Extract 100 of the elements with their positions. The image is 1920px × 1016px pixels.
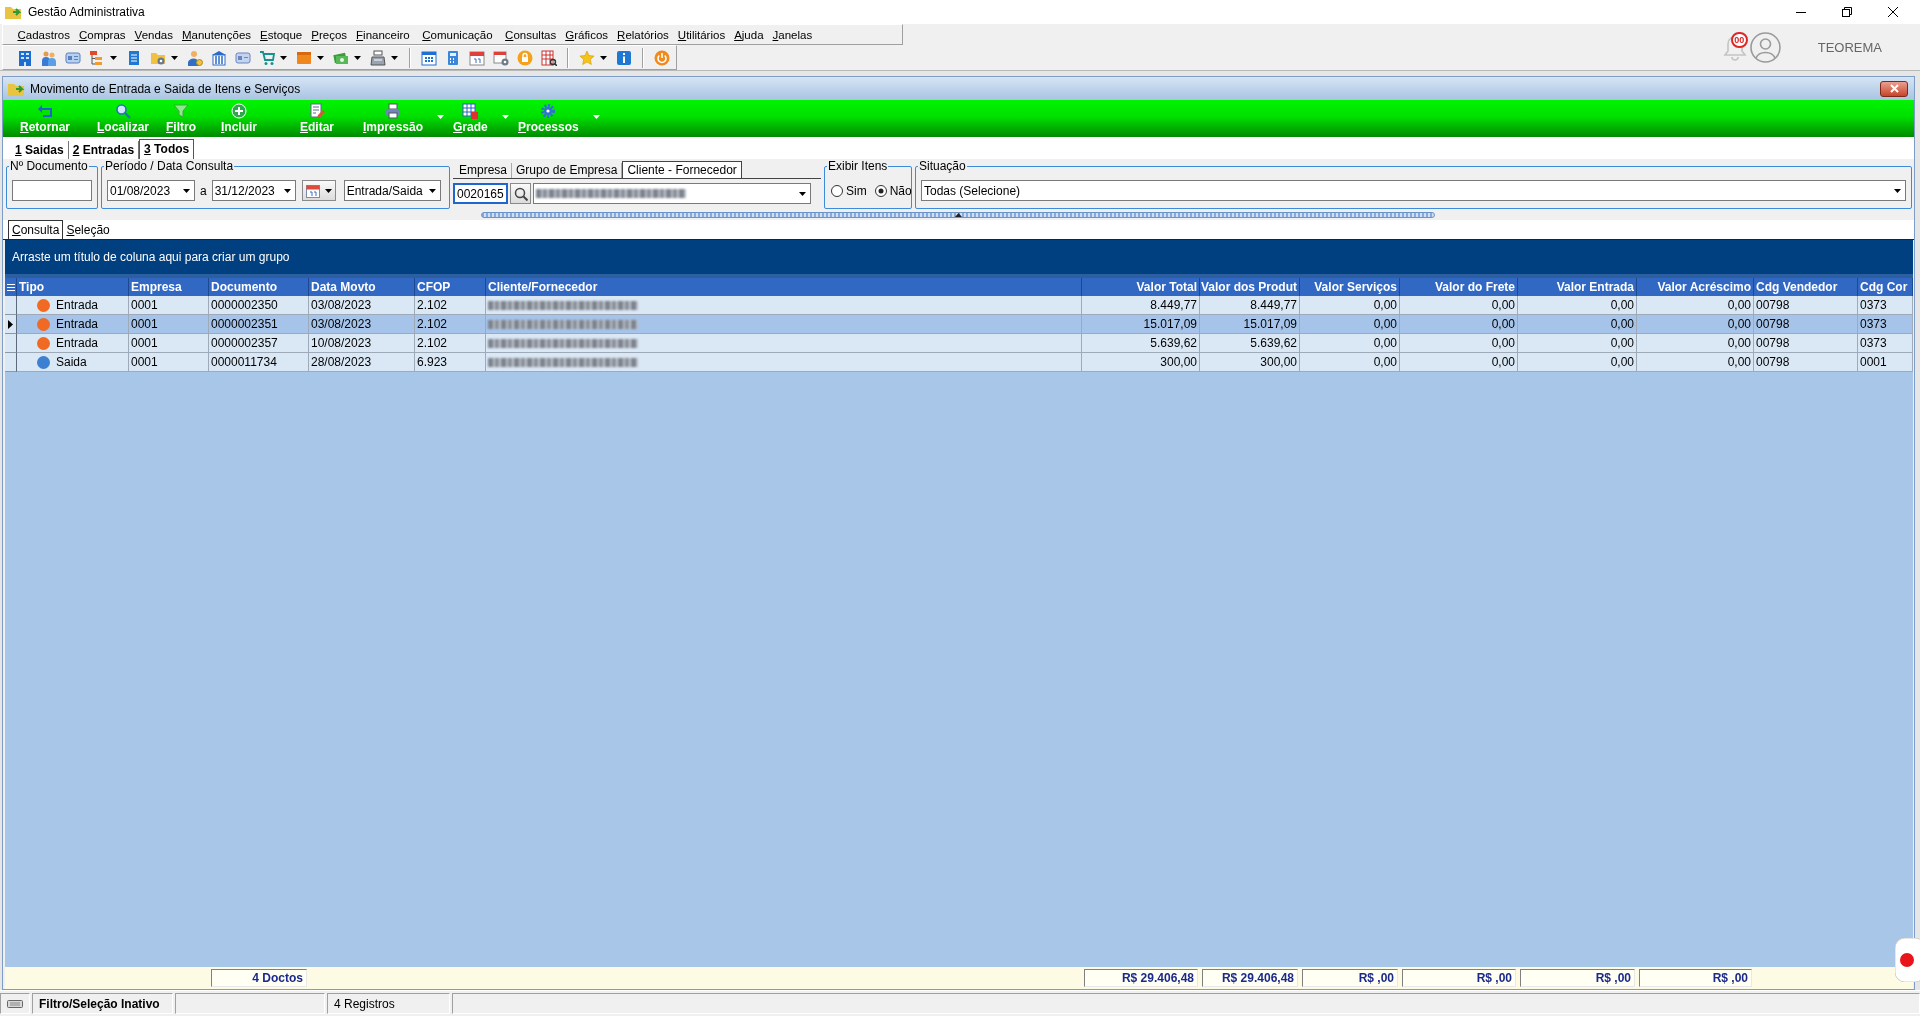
dropdown-caret-icon[interactable] [1894,188,1901,193]
cash-register-icon[interactable] [370,49,386,66]
id-card-icon[interactable] [65,49,81,66]
table-search-icon[interactable] [541,49,557,66]
tab[interactable]: Cliente - Fornecedor [622,161,742,178]
cart-icon[interactable] [259,49,275,66]
dropdown-caret-icon[interactable] [354,55,361,60]
table-cell: 00798 [1754,353,1858,372]
notification-badge: 00 [1730,32,1748,48]
dropdown-caret-icon[interactable] [600,55,607,60]
group-hint: Arraste um título de coluna aqui para criar um grupo [12,250,290,264]
table-cell: 0,00 [1300,353,1400,372]
group-label: Período / Data Consulta [104,159,235,173]
table-row[interactable]: Entrada 0001 0000002357 10/08/2023 2.102 5.639,62 5.639,62 0,00 0,00 0,00 0,00 00798 0373 [5,334,1913,353]
id-card-icon[interactable] [235,49,251,66]
menu-item[interactable]: Gráficos [560,28,613,41]
menu-item[interactable]: Compras [74,28,131,41]
splitter-handle[interactable] [481,212,1435,218]
calendar-grid-icon[interactable] [421,49,437,66]
table-cell: 300,00 [1200,353,1300,372]
building-icon[interactable] [17,49,33,66]
date-to-combo[interactable]: 31/12/2023 [211,180,296,201]
menu-item[interactable]: Financeiro [351,28,418,41]
window-title: Gestão Administrativa [28,5,145,19]
table-row[interactable]: Entrada 0001 0000002351 03/08/2023 2.102 15.017,09 15.017,09 0,00 0,00 0,00 0,00 00798 0373 [5,315,1913,334]
info-icon[interactable] [616,49,632,66]
dropdown-caret-icon[interactable] [280,55,287,60]
table-cell: 0,00 [1637,353,1754,372]
dropdown-caret-icon[interactable] [317,55,324,60]
box-icon[interactable] [296,49,312,66]
menu-item[interactable]: Comunicação [417,28,501,41]
user-name: TEOREMA [1817,39,1882,55]
list-icon[interactable] [5,282,16,292]
radio-button[interactable]: Sim [831,183,867,198]
dropdown-caret-icon[interactable] [391,55,398,60]
gear-icon [540,103,557,119]
close-icon[interactable] [1888,7,1898,17]
document-icon[interactable] [126,49,142,66]
menu-item[interactable]: Vendas [130,28,178,41]
child-window-title: Movimento de Entrada e Saida de Itens e Serviços [30,81,301,96]
table-row[interactable]: Saida 0001 0000011734 28/08/2023 6.923 300,00 300,00 0,00 0,00 0,00 0,00 00798 0001 [5,353,1913,372]
search-icon [115,103,131,119]
menu-item[interactable]: Consultas [500,28,561,41]
type-label: Entrada [56,298,99,312]
total-cell: R$ ,00 [1302,969,1398,987]
plus-circle-icon [231,103,247,119]
calendar-icon[interactable] [469,49,485,66]
tab[interactable]: Empresa [455,163,513,178]
menu-item[interactable]: Estoque [255,28,307,41]
table-row[interactable]: Entrada 0001 0000002350 03/08/2023 2.102 8.449,77 8.449,77 0,00 0,00 0,00 0,00 00798 0373 [5,296,1913,315]
person-coin-icon[interactable] [187,49,203,66]
dropdown-caret-icon[interactable] [428,188,436,193]
table-cell: 6.923 [415,353,486,372]
table-icon [462,103,479,119]
movement-combo[interactable]: Entrada/Saida [343,180,441,201]
total-cell: 4 Doctos [211,969,307,987]
tab[interactable]: Consulta [8,220,64,239]
group-label: Nº Documento [9,159,89,173]
org-chart-icon[interactable] [89,49,105,66]
dropdown-caret-icon[interactable] [183,188,190,193]
menu-item[interactable]: Cadastros [13,28,75,41]
power-icon[interactable] [654,49,670,66]
total-cell: R$ ,00 [1402,969,1516,987]
tab[interactable]: 3 Todos [139,139,195,159]
keyboard-icon [7,999,23,1008]
bank-icon[interactable] [211,49,227,66]
row-pointer-icon [8,319,13,329]
menu-item[interactable]: Ajuda [729,28,769,41]
user-avatar-icon[interactable] [1749,31,1781,63]
calculator-icon[interactable] [445,49,461,66]
dropdown-caret-icon[interactable] [110,55,117,60]
tab[interactable]: Seleção [63,222,113,239]
star-icon[interactable] [579,49,595,66]
total-cell: R$ ,00 [1520,969,1635,987]
dropdown-caret-icon[interactable] [283,188,291,193]
dropdown-caret-icon[interactable] [799,191,806,196]
document-field[interactable] [12,180,92,201]
search-button[interactable] [510,183,531,204]
dropdown-caret-icon[interactable] [171,55,178,60]
close-button[interactable] [1880,80,1908,97]
table-cell: 0001 [1858,353,1913,372]
calendar-gear-icon[interactable] [493,49,509,66]
date-from-combo[interactable]: 01/08/2023 [107,180,195,201]
record-count: 4 Registros [327,993,450,1014]
radio-button[interactable]: Não [874,183,912,198]
situation-combo[interactable]: Todas (Selecione) [921,180,1906,201]
code-field[interactable]: 0020165 [453,183,508,204]
funnel-icon [173,103,189,119]
menu-item[interactable]: Preços [306,28,352,41]
menu-item[interactable]: Relatórios [612,28,674,41]
dropdown-caret-icon[interactable] [324,188,332,193]
menu-item[interactable]: Janelas [768,28,817,41]
people-icon[interactable] [41,49,57,66]
menu-item[interactable]: Manutenções [177,28,256,41]
menu-item[interactable]: Utilitários [673,28,730,41]
table-cell: 0,00 [1518,353,1637,372]
restore-icon[interactable] [1842,7,1852,17]
client-combo[interactable] [533,183,811,204]
calendar-button[interactable] [301,180,336,201]
table-cell: 300,00 [1082,353,1200,372]
